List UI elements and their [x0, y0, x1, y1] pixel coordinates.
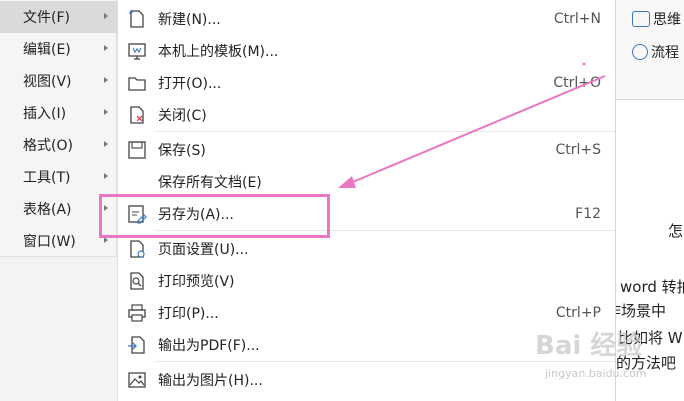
export-image-icon [127, 370, 147, 390]
menu-format[interactable]: 格式(O) [0, 129, 117, 161]
menu-item-label: 打印(P)... [158, 305, 219, 322]
mindmap-label: 思维 [653, 12, 681, 28]
menu-label: 插入(I) [23, 106, 67, 122]
new-document-icon [127, 9, 147, 29]
menu-label: 格式(O) [23, 138, 73, 154]
page-setup-icon [127, 239, 147, 259]
menu-file[interactable]: 文件(F) [0, 1, 117, 33]
menu-label: 编辑(E) [23, 42, 71, 58]
menu-label: 表格(A) [23, 202, 72, 218]
menu-item-print-preview[interactable]: 打印预览(V) [118, 264, 615, 297]
menu-item-shortcut: Ctrl+N [553, 10, 601, 27]
chevron-right-icon [104, 173, 108, 179]
menu-item-open[interactable]: 打开(O)... Ctrl+O [118, 66, 615, 99]
flowchart-label: 流程 [651, 45, 679, 61]
print-preview-icon [127, 271, 147, 291]
save-icon [127, 140, 147, 160]
menu-item-label: 打开(O)... [158, 75, 222, 92]
menu-label: 窗口(W) [23, 234, 76, 250]
menu-item-new[interactable]: 新建(N)... Ctrl+N [118, 2, 615, 35]
annotation-highlight-box [99, 194, 330, 238]
menu-item-label: 输出为PDF(F)... [158, 337, 260, 354]
chevron-right-icon [104, 141, 108, 147]
menu-item-label: 输出为图片(H)... [158, 372, 263, 389]
menu-item-shortcut: Ctrl+P [555, 304, 601, 321]
menu-label: 视图(V) [23, 74, 72, 90]
menu-label: 工具(T) [23, 170, 71, 186]
chevron-right-icon [104, 45, 108, 51]
menu-edit[interactable]: 编辑(E) [0, 33, 117, 65]
menu-insert[interactable]: 插入(I) [0, 97, 117, 129]
open-folder-icon [127, 73, 147, 93]
menu-item-shortcut: F12 [575, 205, 601, 222]
menu-item-export-image[interactable]: 输出为图片(H)... [118, 363, 615, 396]
close-document-icon [127, 105, 147, 125]
flowchart-button[interactable]: 流程 [632, 42, 679, 62]
mindmap-icon [632, 11, 650, 27]
menu-item-label: 关闭(C) [158, 107, 207, 124]
watermark-logo: Bai 经验 [535, 331, 643, 361]
menu-item-label: 保存所有文档(E) [158, 174, 262, 191]
menu-item-label: 打印预览(V) [158, 273, 235, 290]
menu-view[interactable]: 视图(V) [0, 65, 117, 97]
menu-item-save[interactable]: 保存(S) Ctrl+S [118, 133, 615, 166]
menu-item-shortcut: Ctrl+O [553, 74, 601, 91]
menu-item-templates[interactable]: 本机上的模板(M)... [118, 34, 615, 67]
menu-tools[interactable]: 工具(T) [0, 161, 117, 193]
document-text-line: 怎 [668, 222, 684, 240]
flowchart-icon [632, 44, 648, 60]
chevron-right-icon [104, 109, 108, 115]
export-pdf-icon [127, 335, 147, 355]
menu-item-label: 保存(S) [158, 142, 206, 159]
chevron-right-icon [104, 77, 108, 83]
template-icon [127, 41, 147, 61]
menu-item-label: 页面设置(U)... [158, 241, 249, 258]
document-text-line: word 转拍 [620, 278, 684, 296]
mindmap-button[interactable]: 思维 [632, 9, 681, 29]
chevron-right-icon [104, 13, 108, 19]
watermark-url: jingyan.baidu.com [545, 367, 647, 380]
menu-item-close[interactable]: 关闭(C) [118, 98, 615, 131]
menu-item-shortcut: Ctrl+S [555, 141, 601, 158]
menu-item-label: 本机上的模板(M)... [158, 43, 279, 60]
menu-label: 文件(F) [23, 10, 70, 26]
menu-item-label: 新建(N)... [158, 11, 221, 28]
menu-separator [155, 131, 615, 132]
printer-icon [127, 303, 147, 323]
